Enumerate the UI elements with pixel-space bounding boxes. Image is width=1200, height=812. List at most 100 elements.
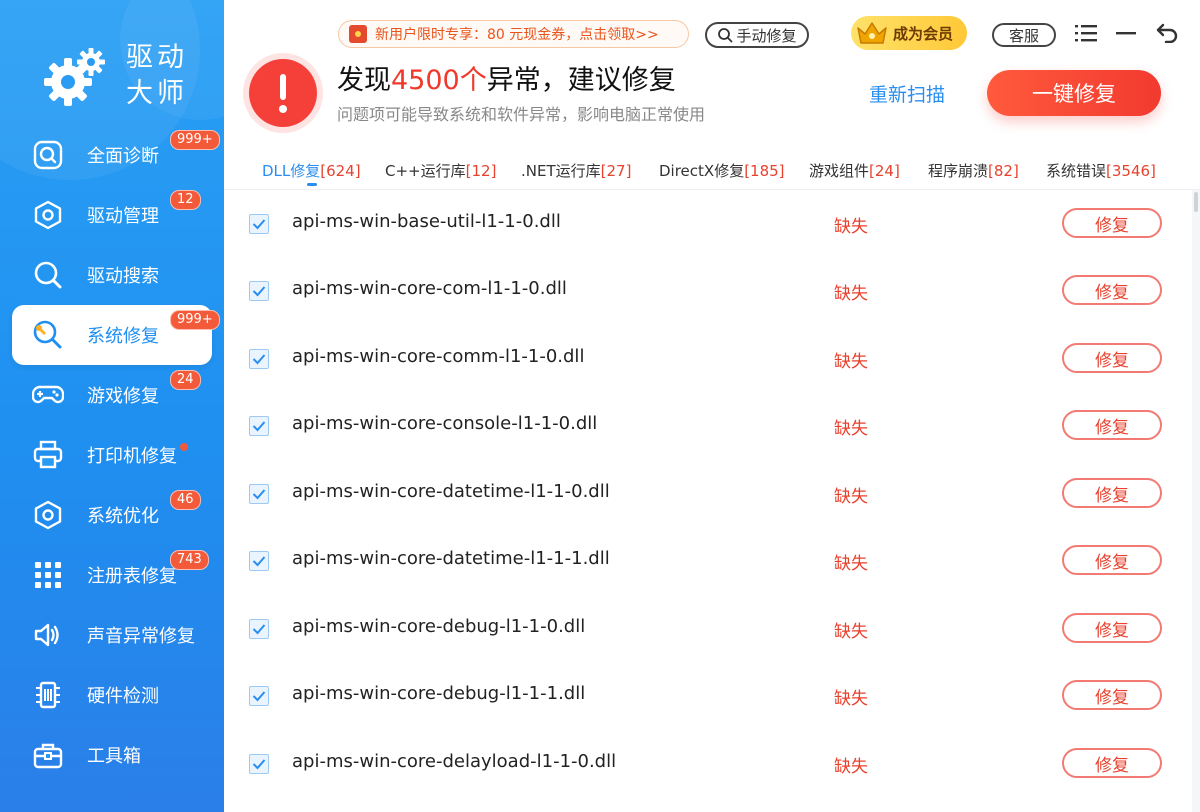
list-item: api-ms-win-core-delayload-l1-1-0.dll 缺失 … — [224, 730, 1192, 797]
file-name: api-ms-win-core-debug-l1-1-0.dll — [292, 616, 586, 637]
count-badge: 46 — [170, 490, 201, 510]
row-checkbox[interactable] — [249, 619, 269, 639]
list-item: api-ms-win-core-datetime-l1-1-0.dll 缺失 修… — [224, 460, 1192, 527]
file-name: api-ms-win-core-debug-l1-1-1.dll — [292, 683, 586, 704]
row-checkbox[interactable] — [249, 484, 269, 504]
repair-button[interactable]: 修复 — [1062, 410, 1162, 440]
sidebar-item-label: 驱动搜索 — [87, 266, 159, 287]
manual-repair-label: 手动修复 — [736, 26, 797, 45]
page-title: 发现4500个异常，建议修复 — [337, 58, 676, 97]
category-tabs: DLL修复[624] C++运行库[12] .NET运行库[27] Direct… — [224, 150, 1200, 190]
tab-count: [12] — [465, 162, 497, 180]
customer-service-label: 客服 — [1008, 26, 1039, 45]
sidebar-item-label: 全面诊断 — [87, 146, 159, 167]
search-icon — [32, 259, 64, 291]
row-checkbox[interactable] — [249, 349, 269, 369]
sidebar-item-system-optimize[interactable]: 系统优化 46 — [12, 485, 212, 545]
check-icon — [252, 421, 266, 432]
sidebar-item-label: 系统优化 — [87, 506, 159, 527]
become-member-label: 成为会员 — [893, 24, 954, 43]
page-subtitle: 问题项可能导致系统和软件异常，影响电脑正常使用 — [337, 105, 706, 124]
check-icon — [252, 219, 266, 230]
tab-count: [624] — [320, 162, 361, 180]
status-text: 缺失 — [834, 757, 868, 777]
search-icon — [718, 28, 733, 43]
tab-label: 程序崩溃 — [928, 162, 989, 180]
list-item: api-ms-win-base-util-l1-1-0.dll 缺失 修复 — [224, 190, 1192, 257]
customer-service-button[interactable]: 客服 — [992, 23, 1056, 47]
tab-cpp-runtime[interactable]: C++运行库[12] — [385, 160, 496, 181]
manual-repair-button[interactable]: 手动修复 — [705, 22, 809, 48]
row-checkbox[interactable] — [249, 416, 269, 436]
repair-button[interactable]: 修复 — [1062, 208, 1162, 238]
hardware-icon — [32, 679, 64, 711]
repair-button[interactable]: 修复 — [1062, 343, 1162, 373]
row-checkbox[interactable] — [249, 551, 269, 571]
crown-icon — [857, 22, 887, 44]
repair-button[interactable]: 修复 — [1062, 545, 1162, 575]
warning-icon — [249, 59, 317, 127]
registry-icon — [32, 559, 64, 591]
tab-label: DirectX修复 — [659, 162, 745, 180]
rescan-link[interactable]: 重新扫描 — [869, 80, 945, 107]
tab-count: [185] — [744, 162, 785, 180]
fix-all-button[interactable]: 一键修复 — [987, 70, 1161, 116]
count-badge: 999+ — [170, 310, 220, 330]
list-item: api-ms-win-core-debug-l1-1-1.dll 缺失 修复 — [224, 662, 1192, 729]
repair-button[interactable]: 修复 — [1062, 275, 1162, 305]
repair-button[interactable]: 修复 — [1062, 478, 1162, 508]
printer-icon — [32, 439, 64, 471]
sidebar-item-printer-repair[interactable]: 打印机修复 — [12, 425, 212, 485]
sidebar-item-hardware-check[interactable]: 硬件检测 — [12, 665, 212, 725]
become-member-button[interactable]: 成为会员 — [851, 16, 967, 50]
repair-button[interactable]: 修复 — [1062, 680, 1162, 710]
sidebar-item-diagnosis[interactable]: 全面诊断 999+ — [12, 125, 220, 185]
list-scrollbar[interactable] — [1192, 190, 1200, 812]
row-checkbox[interactable] — [249, 754, 269, 774]
sidebar-item-driver-manage[interactable]: 驱动管理 12 — [12, 185, 212, 245]
file-name: api-ms-win-base-util-l1-1-0.dll — [292, 211, 561, 232]
check-icon — [252, 286, 266, 297]
app-logo: 驱动 大师 — [40, 38, 210, 118]
sidebar-item-system-repair[interactable]: 系统修复 999+ — [12, 305, 220, 365]
back-icon[interactable] — [1155, 22, 1179, 44]
tab-program-crash[interactable]: 程序崩溃[82] — [928, 160, 1019, 181]
sidebar-item-label: 驱动管理 — [87, 206, 159, 227]
sidebar-item-label: 打印机修复 — [87, 446, 177, 467]
tab-label: 系统错误 — [1046, 162, 1107, 180]
sidebar-item-label: 工具箱 — [87, 746, 141, 767]
sidebar-item-label: 硬件检测 — [87, 686, 159, 707]
sidebar-item-sound-repair[interactable]: 声音异常修复 — [12, 605, 212, 665]
menu-icon[interactable] — [1074, 22, 1098, 44]
row-checkbox[interactable] — [249, 686, 269, 706]
system-repair-icon — [32, 319, 64, 351]
sidebar-item-label: 注册表修复 — [87, 566, 177, 587]
sidebar: 驱动 大师 全面诊断 999+ 驱动管理 12 驱动搜索 系统修复 999+ 游… — [0, 0, 224, 812]
sidebar-item-toolbox[interactable]: 工具箱 — [12, 725, 212, 785]
check-icon — [252, 624, 266, 635]
sidebar-item-game-repair[interactable]: 游戏修复 24 — [12, 365, 212, 425]
promo-banner[interactable]: 新用户限时专享：80 元现金券，点击领取>> — [338, 20, 689, 48]
count-badge: 999+ — [170, 130, 220, 150]
tab-dotnet-runtime[interactable]: .NET运行库[27] — [521, 160, 631, 181]
tab-dll[interactable]: DLL修复[624] — [262, 160, 361, 181]
list-item: api-ms-win-core-com-l1-1-0.dll 缺失 修复 — [224, 257, 1192, 324]
minimize-icon[interactable] — [1114, 22, 1138, 44]
repair-button[interactable]: 修复 — [1062, 613, 1162, 643]
sidebar-item-registry-repair[interactable]: 注册表修复 743 — [12, 545, 212, 605]
scrollbar-thumb[interactable] — [1194, 192, 1198, 212]
optimize-icon — [32, 499, 64, 531]
tab-directx[interactable]: DirectX修复[185] — [659, 160, 785, 181]
file-name: api-ms-win-core-com-l1-1-0.dll — [292, 278, 567, 299]
tab-system-errors[interactable]: 系统错误[3546] — [1046, 160, 1156, 181]
repair-button[interactable]: 修复 — [1062, 748, 1162, 778]
check-icon — [252, 556, 266, 567]
row-checkbox[interactable] — [249, 281, 269, 301]
file-name: api-ms-win-core-delayload-l1-1-0.dll — [292, 751, 617, 772]
sidebar-item-driver-search[interactable]: 驱动搜索 — [12, 245, 212, 305]
file-name: api-ms-win-core-datetime-l1-1-0.dll — [292, 481, 610, 502]
tab-game-components[interactable]: 游戏组件[24] — [809, 160, 900, 181]
app-name-line2: 大师 — [126, 78, 188, 109]
list-item: api-ms-win-core-console-l1-1-0.dll 缺失 修复 — [224, 392, 1192, 459]
row-checkbox[interactable] — [249, 214, 269, 234]
